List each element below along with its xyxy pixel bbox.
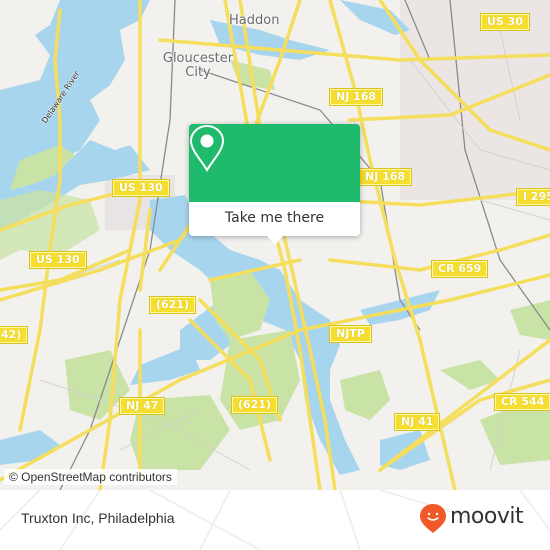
take-me-there-button[interactable]: Take me there	[189, 202, 360, 236]
map-pin-icon	[189, 124, 225, 172]
road-shield-nj168: NJ 168	[328, 88, 384, 106]
map-tiles	[0, 0, 550, 490]
road-shield-us130: US 130	[29, 251, 87, 269]
place-label-gloucester-city: Gloucester City	[162, 51, 234, 80]
water	[360, 290, 440, 325]
road-shield-njtp: NJTP	[329, 325, 372, 343]
water	[0, 430, 60, 465]
park	[510, 300, 550, 340]
location-popup: Take me there	[189, 124, 360, 245]
moovit-wordmark: moovit	[450, 504, 524, 529]
road-shield-us130: US 130	[112, 179, 170, 197]
map-canvas[interactable]: Haddon Gloucester City Delaware River US…	[0, 0, 550, 490]
road-shield-nj47: NJ 47	[118, 397, 166, 415]
park	[340, 370, 390, 420]
popup-pointer	[267, 236, 283, 245]
map-attribution[interactable]: © OpenStreetMap contributors	[4, 469, 177, 485]
road-shield-nj168: NJ 168	[357, 168, 413, 186]
popup-header	[189, 124, 360, 202]
road-shield-i295: I 295	[516, 188, 550, 206]
road-shield-cr659: CR 659	[430, 260, 489, 278]
road-shield-nj41: NJ 41	[393, 413, 441, 431]
road-shield-42: 42)	[0, 326, 29, 344]
place-name: Truxton Inc, Philadelphia	[21, 510, 175, 526]
footer-bar: Truxton Inc, Philadelphia moovit	[0, 490, 550, 550]
moovit-logo[interactable]: moovit	[418, 502, 524, 534]
road-shield-621: (621)	[230, 396, 279, 414]
road-shield-621: (621)	[148, 296, 197, 314]
moovit-pin-logo-icon	[420, 504, 446, 533]
road-shield-us30: US 30	[480, 13, 530, 31]
urban-area	[400, 0, 550, 200]
place-label-haddon: Haddon	[229, 13, 280, 28]
road-shield-cr544: CR 544	[493, 393, 550, 411]
